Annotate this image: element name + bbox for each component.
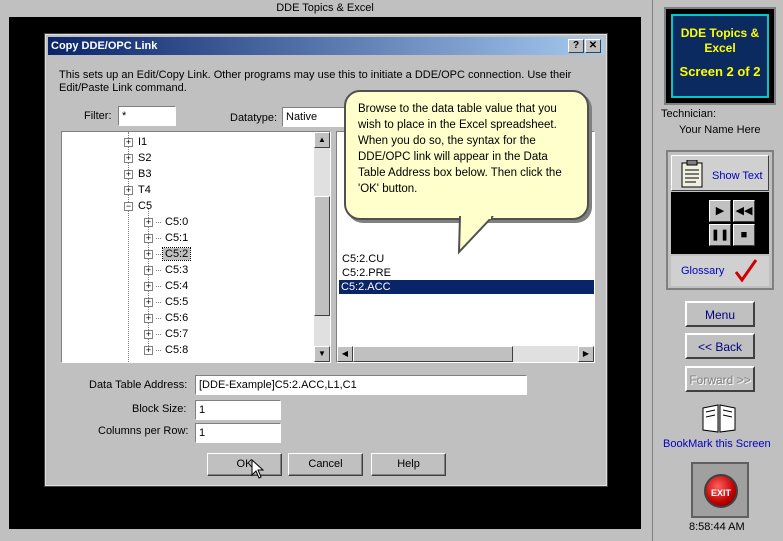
columns-label: Columns per Row: — [98, 425, 189, 437]
tree-node[interactable]: + S2 — [124, 150, 153, 166]
mouse-cursor-icon — [251, 459, 265, 479]
tree-node[interactable]: − C5 — [124, 198, 154, 214]
cancel-button[interactable]: Cancel — [288, 453, 363, 476]
tree-node[interactable]: + C5:3 — [144, 262, 190, 278]
tree-node[interactable]: + C5:6 — [144, 310, 190, 326]
screen-number: Screen 2 of 2 — [679, 64, 761, 79]
sidebar: DDE Topics & Excel Screen 2 of 2 Technic… — [652, 0, 783, 541]
topic-tree[interactable]: + I1 + S2 + B3 + T4 − C5 + C5:0 + C5:1 + C5:2 + C… — [61, 131, 331, 363]
callout-text: Browse to the data table value that you … — [358, 103, 562, 195]
datatype-label: Datatype: — [230, 112, 278, 124]
tree-node[interactable]: + C5:4 — [144, 278, 190, 294]
technician-name: Your Name Here — [679, 124, 761, 136]
block-size-input[interactable]: 1 — [195, 400, 281, 420]
clock: 8:58:44 AM — [689, 521, 745, 533]
callout-tail-icon — [457, 216, 494, 255]
list-item-selected[interactable]: C5:2.ACC — [339, 280, 594, 294]
help-icon[interactable]: ? — [568, 39, 584, 53]
instruction-callout: Browse to the data table value that you … — [344, 90, 589, 220]
scroll-down-icon[interactable]: ▼ — [314, 346, 330, 362]
menu-button[interactable]: Menu — [685, 301, 755, 327]
help-button[interactable]: Help — [371, 453, 446, 476]
show-text-button[interactable]: Show Text — [671, 155, 769, 191]
forward-button[interactable]: Forward >> — [685, 366, 755, 392]
list-hscrollbar[interactable]: ◀ ▶ — [337, 346, 594, 362]
columns-input[interactable]: 1 — [195, 423, 281, 443]
tree-node[interactable]: + C5:1 — [144, 230, 190, 246]
book-icon[interactable] — [701, 402, 737, 434]
screen-info-panel: DDE Topics & Excel Screen 2 of 2 — [664, 7, 776, 105]
glossary-button[interactable]: Glossary — [671, 256, 769, 286]
checkmark-icon — [734, 259, 758, 283]
filter-input[interactable]: * — [118, 106, 176, 126]
address-label: Data Table Address: — [89, 379, 188, 391]
block-size-label: Block Size: — [132, 403, 187, 415]
playback-controls: ▶ ◀◀ ❚❚ ■ — [671, 192, 769, 254]
ok-button[interactable]: OK — [207, 453, 282, 476]
bookmark-link[interactable]: BookMark this Screen — [663, 438, 771, 450]
stop-icon[interactable]: ■ — [733, 224, 755, 246]
tree-node[interactable]: + C5:5 — [144, 294, 190, 310]
dialog-titlebar[interactable]: Copy DDE/OPC Link ? ✕ — [48, 37, 604, 55]
clipboard-icon — [681, 160, 703, 188]
play-icon[interactable]: ▶ — [709, 200, 731, 222]
exit-panel: EXIT — [691, 462, 749, 518]
tree-node[interactable]: + B3 — [124, 166, 153, 182]
scroll-thumb[interactable] — [353, 346, 513, 362]
tree-node-selected[interactable]: + C5:2 — [144, 246, 192, 262]
exit-button[interactable]: EXIT — [704, 474, 738, 508]
screen-title: DDE Topics & Excel — [680, 26, 760, 55]
datatype-select[interactable]: Native — [282, 107, 347, 127]
tree-node[interactable]: + C5:0 — [144, 214, 190, 230]
tree-node[interactable]: + C5:7 — [144, 326, 190, 342]
dialog-title: Copy DDE/OPC Link — [51, 40, 158, 52]
tree-node[interactable]: + C5:8 — [144, 342, 190, 358]
list-item[interactable]: C5:2.CU — [340, 252, 384, 266]
back-button[interactable]: << Back — [685, 333, 755, 359]
show-text-label: Show Text — [712, 170, 763, 182]
address-input[interactable]: [DDE-Example]C5:2.ACC,L1,C1 — [195, 375, 527, 395]
tree-node[interactable]: + T4 — [124, 182, 153, 198]
scroll-left-icon[interactable]: ◀ — [337, 346, 353, 362]
rewind-icon[interactable]: ◀◀ — [733, 200, 755, 222]
glossary-label: Glossary — [681, 265, 725, 277]
window-title: DDE Topics & Excel — [276, 2, 374, 14]
filter-label: Filter: — [84, 110, 112, 122]
technician-label: Technician: — [661, 108, 717, 120]
media-panel: Show Text ▶ ◀◀ ❚❚ ■ Glossary — [666, 150, 774, 290]
tree-scrollbar[interactable]: ▲ ▼ — [314, 132, 330, 362]
tree-node[interactable]: + I1 — [124, 134, 149, 150]
scroll-up-icon[interactable]: ▲ — [314, 132, 330, 148]
pause-icon[interactable]: ❚❚ — [709, 224, 731, 246]
scroll-right-icon[interactable]: ▶ — [578, 346, 594, 362]
close-icon[interactable]: ✕ — [585, 39, 601, 53]
list-item[interactable]: C5:2.PRE — [340, 266, 391, 280]
scroll-thumb[interactable] — [314, 196, 330, 316]
